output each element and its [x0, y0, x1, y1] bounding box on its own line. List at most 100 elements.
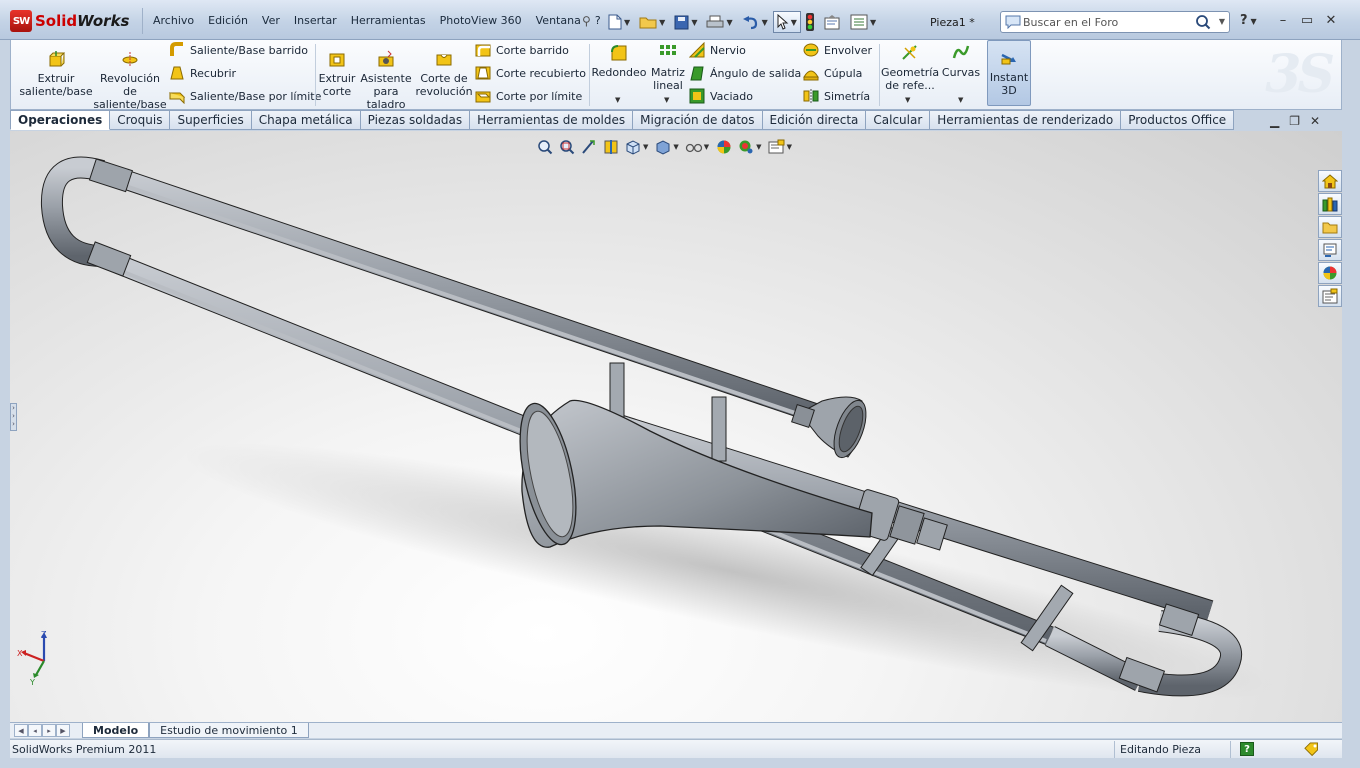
- chevron-down-icon[interactable]: ▼: [704, 143, 709, 151]
- chevron-down-icon[interactable]: ▼: [673, 143, 678, 151]
- dome-button[interactable]: Cúpula: [803, 65, 862, 81]
- chevron-down-icon[interactable]: ▼: [756, 143, 761, 151]
- task-pane-appearances[interactable]: [1318, 262, 1342, 284]
- first-tab-icon[interactable]: ◀: [14, 724, 28, 737]
- doc-minimize-icon[interactable]: ▁: [1270, 114, 1279, 128]
- options-button[interactable]: ▼: [846, 11, 880, 33]
- wrap-button[interactable]: Envolver: [803, 42, 872, 58]
- tab-herramientas-renderizado[interactable]: Herramientas de renderizado: [930, 110, 1122, 130]
- hole-wizard-button[interactable]: Asistente para taladro: [360, 50, 412, 111]
- reference-geometry-button[interactable]: Geometría de refe...: [881, 44, 939, 92]
- view-orientation-button[interactable]: [624, 138, 642, 156]
- chevron-down-icon[interactable]: ▼: [787, 143, 792, 151]
- menu-herramientas[interactable]: Herramientas: [344, 10, 433, 34]
- chevron-down-icon[interactable]: ▼: [643, 143, 648, 151]
- view-settings-button[interactable]: [768, 138, 786, 156]
- chevron-down-icon[interactable]: ▼: [958, 96, 963, 104]
- previous-view-button[interactable]: [580, 138, 598, 156]
- display-style-button[interactable]: [654, 138, 672, 156]
- task-pane-custom-properties[interactable]: [1318, 285, 1342, 307]
- tab-croquis[interactable]: Croquis: [110, 110, 171, 130]
- tab-piezas-soldadas[interactable]: Piezas soldadas: [360, 110, 471, 130]
- tab-estudio-movimiento[interactable]: Estudio de movimiento 1: [149, 723, 309, 738]
- tag-icon[interactable]: [1304, 742, 1320, 759]
- menu-ver[interactable]: Ver: [255, 10, 287, 34]
- tab-superficies[interactable]: Superficies: [170, 110, 252, 130]
- loft-button[interactable]: Recubrir: [169, 65, 236, 81]
- task-pane-home[interactable]: [1318, 170, 1342, 192]
- curves-button[interactable]: Curvas: [941, 44, 981, 79]
- task-pane-file-explorer[interactable]: [1318, 216, 1342, 238]
- pin-icon[interactable]: ⚲: [582, 14, 591, 28]
- chevron-down-icon[interactable]: ▼: [1219, 17, 1225, 26]
- menu-archivo[interactable]: Archivo: [146, 10, 201, 34]
- print-button[interactable]: ▼: [702, 11, 736, 33]
- tab-modelo[interactable]: Modelo: [82, 723, 150, 738]
- extrude-boss-button[interactable]: Extruir saliente/base: [19, 50, 93, 98]
- tab-migracion-datos[interactable]: Migración de datos: [633, 110, 763, 130]
- section-view-button[interactable]: [602, 138, 620, 156]
- menu-photoview[interactable]: PhotoView 360: [433, 10, 529, 34]
- zoom-to-area-button[interactable]: [558, 138, 576, 156]
- prev-tab-icon[interactable]: ◂: [28, 724, 42, 737]
- search-icon[interactable]: [1195, 14, 1211, 30]
- last-tab-icon[interactable]: ▶: [56, 724, 70, 737]
- select-button[interactable]: ▼: [772, 11, 801, 33]
- tab-productos-office[interactable]: Productos Office: [1121, 110, 1235, 130]
- help-button[interactable]: ? ▼: [1240, 13, 1257, 28]
- shell-button[interactable]: Vaciado: [689, 88, 753, 104]
- minimize-icon[interactable]: –: [1274, 10, 1292, 30]
- menu-ventana[interactable]: Ventana: [529, 10, 588, 34]
- file-properties-button[interactable]: [819, 11, 845, 33]
- tab-calcular[interactable]: Calcular: [866, 110, 931, 130]
- revolved-cut-button[interactable]: Corte de revolución: [415, 50, 473, 98]
- maximize-icon[interactable]: ▭: [1298, 10, 1316, 30]
- hide-show-items-button[interactable]: [685, 138, 703, 156]
- swept-cut-button[interactable]: Corte barrido: [475, 42, 569, 58]
- swept-boss-button[interactable]: Saliente/Base barrido: [169, 42, 308, 58]
- edit-appearance-button[interactable]: [715, 138, 733, 156]
- doc-close-icon[interactable]: ✕: [1310, 114, 1320, 128]
- lofted-cut-button[interactable]: Corte recubierto: [475, 65, 586, 81]
- rebuild-button[interactable]: [802, 11, 818, 33]
- zoom-to-fit-button[interactable]: [536, 138, 554, 156]
- quick-tips-icon[interactable]: ?: [1240, 742, 1254, 756]
- appearance-ball-icon: [1323, 266, 1337, 280]
- next-tab-icon[interactable]: ▸: [42, 724, 56, 737]
- task-pane-view-palette[interactable]: [1318, 239, 1342, 261]
- chevron-down-icon[interactable]: ▼: [664, 96, 669, 104]
- revolve-boss-button[interactable]: Revolución de saliente/base: [93, 50, 167, 111]
- chevron-down-icon[interactable]: ▼: [615, 96, 620, 104]
- menu-insertar[interactable]: Insertar: [287, 10, 344, 34]
- extruded-cut-button[interactable]: Extruir corte: [317, 50, 357, 98]
- printer-icon: [706, 15, 724, 27]
- fillet-button[interactable]: Redondeo: [591, 44, 647, 79]
- instant3d-button[interactable]: Instant 3D: [987, 40, 1031, 106]
- solidworks-logo[interactable]: SW SolidWorks: [10, 8, 129, 34]
- task-pane-resources[interactable]: [1318, 193, 1342, 215]
- tab-edicion-directa[interactable]: Edición directa: [762, 110, 867, 130]
- search-input[interactable]: Buscar en el Foro ▼: [1000, 11, 1230, 33]
- boundary-boss-button[interactable]: Saliente/Base por límite: [169, 88, 321, 104]
- draft-button[interactable]: Ángulo de salida: [689, 65, 801, 81]
- tab-herramientas-moldes[interactable]: Herramientas de moldes: [470, 110, 634, 130]
- mirror-button[interactable]: Simetría: [803, 88, 870, 104]
- tab-operaciones[interactable]: Operaciones: [10, 110, 111, 130]
- save-button[interactable]: ▼: [670, 11, 701, 33]
- tab-chapa-metalica[interactable]: Chapa metálica: [251, 110, 361, 130]
- linear-pattern-button[interactable]: Matriz lineal: [649, 44, 687, 92]
- apply-scene-button[interactable]: [737, 138, 755, 156]
- trombone-model[interactable]: [10, 131, 1342, 722]
- graphics-area[interactable]: ▼ ▼ ▼ ▼ ▼ › › › Z X Y: [10, 131, 1342, 722]
- new-document-button[interactable]: ▼: [604, 11, 634, 33]
- boundary-cut-button[interactable]: Corte por límite: [475, 88, 582, 104]
- rib-button[interactable]: Nervio: [689, 42, 746, 58]
- doc-restore-icon[interactable]: ❐: [1289, 114, 1300, 128]
- chevron-down-icon[interactable]: ▼: [905, 96, 910, 104]
- menu-edicion[interactable]: Edición: [201, 10, 255, 34]
- tab-scroll-arrows: ◀ ◂ ▸ ▶: [14, 724, 70, 737]
- feature-manager-expand-handle[interactable]: › › ›: [10, 403, 17, 431]
- undo-button[interactable]: ▼: [738, 11, 772, 33]
- open-button[interactable]: ▼: [635, 11, 669, 33]
- close-icon[interactable]: ✕: [1322, 10, 1340, 30]
